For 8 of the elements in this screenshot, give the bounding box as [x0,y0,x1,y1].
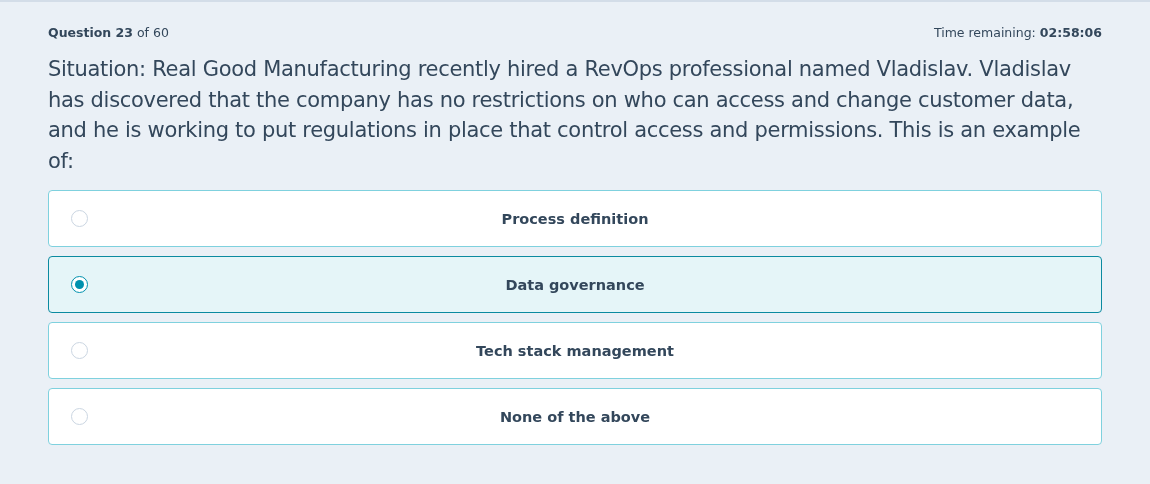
answer-option[interactable]: Tech stack management [48,322,1102,379]
radio-button[interactable] [71,276,88,293]
answer-option[interactable]: Data governance [48,256,1102,313]
answer-option[interactable]: None of the above [48,388,1102,445]
question-counter: Question 23 of 60 [48,24,169,40]
question-text: Situation: Real Good Manufacturing recently hired a RevOps professional named Vladislav. Vladislav has discovered that the company has no restrictions on who can access and change customer data, and he is working to put regulations in place that control access and permissions. This is an example of: [48,56,1082,175]
time-remaining: Time remaining: 02:58:06 [933,24,1102,40]
answer-option[interactable]: Process definition [48,190,1102,247]
